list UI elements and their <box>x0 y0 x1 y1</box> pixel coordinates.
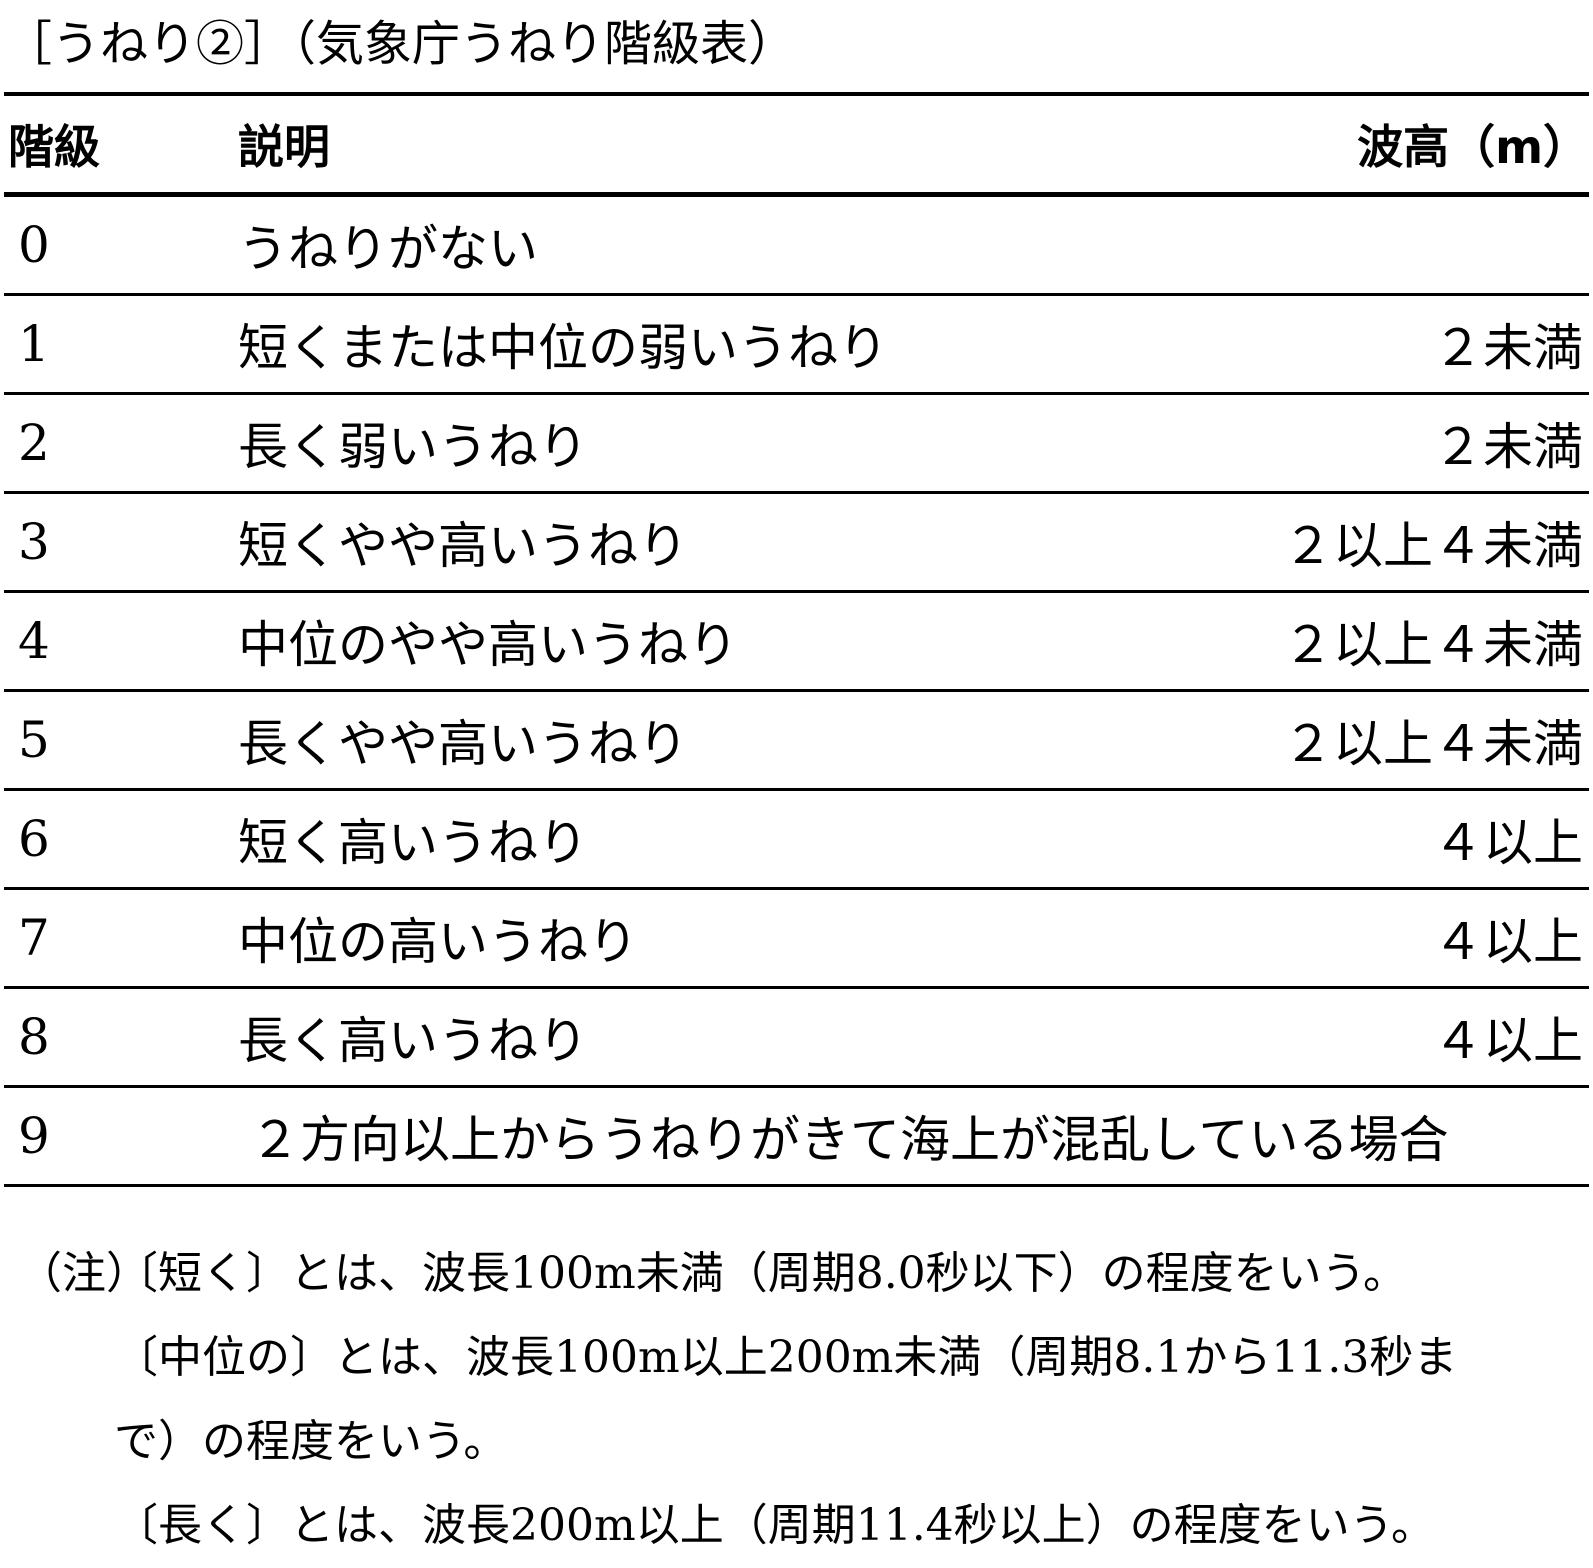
note-line-long: 〔長く〕とは、波長200m以上（周期11.4秒以上）の程度をいう。 <box>18 1484 1578 1568</box>
table-row: 9 ２方向以上からうねりがきて海上が混乱している場合 <box>4 1086 1589 1187</box>
table-row: 0 うねりがない <box>4 194 1589 296</box>
note-prefix: （注） <box>18 1248 150 1299</box>
cell-description: 長くやや高いうねり <box>238 690 1138 791</box>
cell-wave-height: ４以上 <box>1138 789 1589 890</box>
notes: （注） 〔短く〕とは、波長100m未満（周期8.0秒以下）の程度をいう。 〔中位… <box>18 1232 1578 1568</box>
cell-wave-height: ２以上４未満 <box>1138 690 1589 791</box>
cell-wave-height <box>1138 194 1589 296</box>
table-row: 1 短くまたは中位の弱いうねり ２未満 <box>4 294 1589 395</box>
swell-scale-table: 階級 説明 波高（m） 0 うねりがない 1 短くまたは中位の弱いうねり ２未満… <box>4 92 1589 1187</box>
cell-description: 長く高いうねり <box>238 987 1138 1088</box>
note-medium-line1: 〔中位の〕とは、波長100m以上200m未満（周期8.1から11.3秒ま <box>114 1332 1458 1383</box>
cell-level: 7 <box>4 888 238 989</box>
note-line-medium-1: 〔中位の〕とは、波長100m以上200m未満（周期8.1から11.3秒ま <box>18 1316 1578 1400</box>
table-row: 5 長くやや高いうねり ２以上４未満 <box>4 690 1589 791</box>
page-title: ［うねり②］（気象庁うねり階級表） <box>4 16 797 72</box>
cell-level: 8 <box>4 987 238 1088</box>
cell-description: ２方向以上からうねりがきて海上が混乱している場合 <box>238 1086 1589 1187</box>
cell-wave-height: ２未満 <box>1138 393 1589 494</box>
table-row: 8 長く高いうねり ４以上 <box>4 987 1589 1088</box>
table-row: 7 中位の高いうねり ４以上 <box>4 888 1589 989</box>
cell-description: 短くまたは中位の弱いうねり <box>238 294 1138 395</box>
header-description: 説明 <box>238 92 1138 197</box>
table-row: 6 短く高いうねり ４以上 <box>4 789 1589 890</box>
cell-wave-height: ２以上４未満 <box>1138 591 1589 692</box>
table-header-row: 階級 説明 波高（m） <box>4 92 1589 197</box>
cell-wave-height: ４以上 <box>1138 888 1589 989</box>
cell-description: 長く弱いうねり <box>238 393 1138 494</box>
cell-wave-height: ２未満 <box>1138 294 1589 395</box>
cell-wave-height: ２以上４未満 <box>1138 492 1589 593</box>
note-line-short: （注） 〔短く〕とは、波長100m未満（周期8.0秒以下）の程度をいう。 <box>18 1232 1578 1316</box>
cell-level: 6 <box>4 789 238 890</box>
cell-level: 2 <box>4 393 238 494</box>
note-line-medium-2: で）の程度をいう。 <box>18 1400 1578 1484</box>
page: ［うねり②］（気象庁うねり階級表） 階級 説明 波高（m） 0 うねりがない 1… <box>0 0 1593 1558</box>
cell-description: 短く高いうねり <box>238 789 1138 890</box>
cell-level: 0 <box>4 194 238 296</box>
cell-wave-height: ４以上 <box>1138 987 1589 1088</box>
cell-description: うねりがない <box>238 194 1138 296</box>
header-wave-height: 波高（m） <box>1138 92 1589 197</box>
cell-description: 中位のやや高いうねり <box>238 591 1138 692</box>
table-row: 3 短くやや高いうねり ２以上４未満 <box>4 492 1589 593</box>
cell-level: 4 <box>4 591 238 692</box>
cell-level: 5 <box>4 690 238 791</box>
cell-description: 中位の高いうねり <box>238 888 1138 989</box>
note-short: 〔短く〕とは、波長100m未満（周期8.0秒以下）の程度をいう。 <box>114 1248 1408 1299</box>
cell-level: 1 <box>4 294 238 395</box>
table-row: 2 長く弱いうねり ２未満 <box>4 393 1589 494</box>
cell-level: 9 <box>4 1086 238 1187</box>
note-long: 〔長く〕とは、波長200m以上（周期11.4秒以上）の程度をいう。 <box>114 1500 1436 1551</box>
table-row: 4 中位のやや高いうねり ２以上４未満 <box>4 591 1589 692</box>
note-medium-line2: で）の程度をいう。 <box>114 1416 508 1467</box>
header-level: 階級 <box>4 92 238 197</box>
cell-level: 3 <box>4 492 238 593</box>
cell-description: 短くやや高いうねり <box>238 492 1138 593</box>
